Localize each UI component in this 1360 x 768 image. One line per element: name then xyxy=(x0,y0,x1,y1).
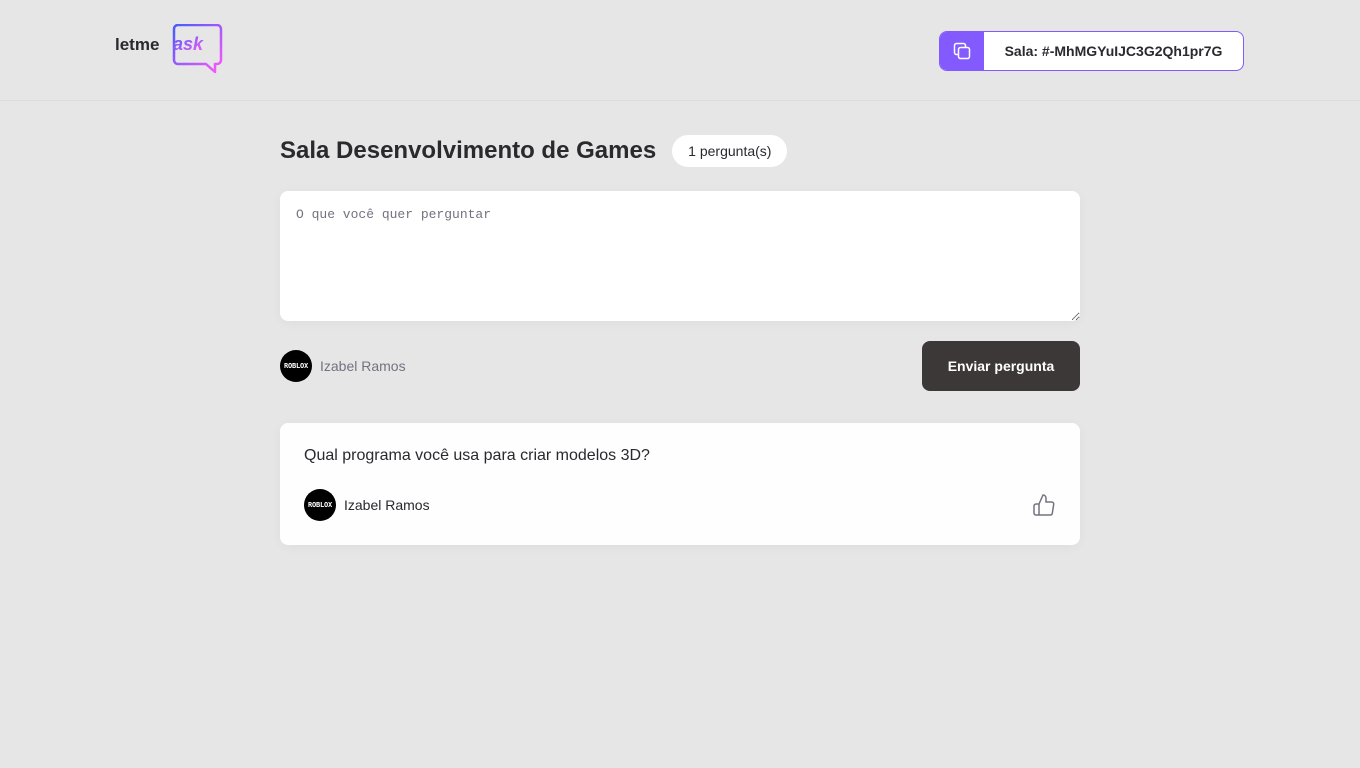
avatar-logo-text: ROBLOX xyxy=(307,501,333,509)
room-code-label: Sala: #-MhMGYuIJC3G2Qh1pr7G xyxy=(1004,43,1223,59)
question-form-footer: ROBLOX Izabel Ramos Enviar pergunta xyxy=(280,341,1080,391)
svg-text:letme: letme xyxy=(115,35,159,54)
question-author: ROBLOX Izabel Ramos xyxy=(304,489,430,521)
avatar: ROBLOX xyxy=(280,350,312,382)
current-user-name: Izabel Ramos xyxy=(320,358,406,374)
page-title: Sala Desenvolvimento de Games xyxy=(280,137,657,164)
current-user-info: ROBLOX Izabel Ramos xyxy=(280,350,406,382)
page-header: letme ask Sala: #-MhMGYuIJC3G2Qh1pr7G xyxy=(0,0,1360,101)
letmeask-logo[interactable]: letme ask xyxy=(115,23,223,74)
thumbs-up-icon xyxy=(1033,494,1055,516)
question-content: Qual programa você usa para criar modelo… xyxy=(304,447,650,464)
question-count-badge: 1 pergunta(s) xyxy=(672,135,788,167)
question-card: Qual programa você usa para criar modelo… xyxy=(280,423,1080,545)
send-question-button[interactable]: Enviar pergunta xyxy=(922,341,1080,391)
copy-icon[interactable] xyxy=(940,32,984,70)
question-author-name: Izabel Ramos xyxy=(344,497,430,513)
avatar: ROBLOX xyxy=(304,489,336,521)
question-footer: ROBLOX Izabel Ramos xyxy=(304,489,1056,521)
room-code-button[interactable]: Sala: #-MhMGYuIJC3G2Qh1pr7G xyxy=(939,31,1244,71)
question-input[interactable] xyxy=(280,191,1080,321)
avatar-logo-text: ROBLOX xyxy=(283,362,309,370)
like-button[interactable] xyxy=(1024,493,1056,517)
svg-text:ask: ask xyxy=(173,34,204,54)
room-title-row: Sala Desenvolvimento de Games 1 pergunta… xyxy=(280,134,788,168)
